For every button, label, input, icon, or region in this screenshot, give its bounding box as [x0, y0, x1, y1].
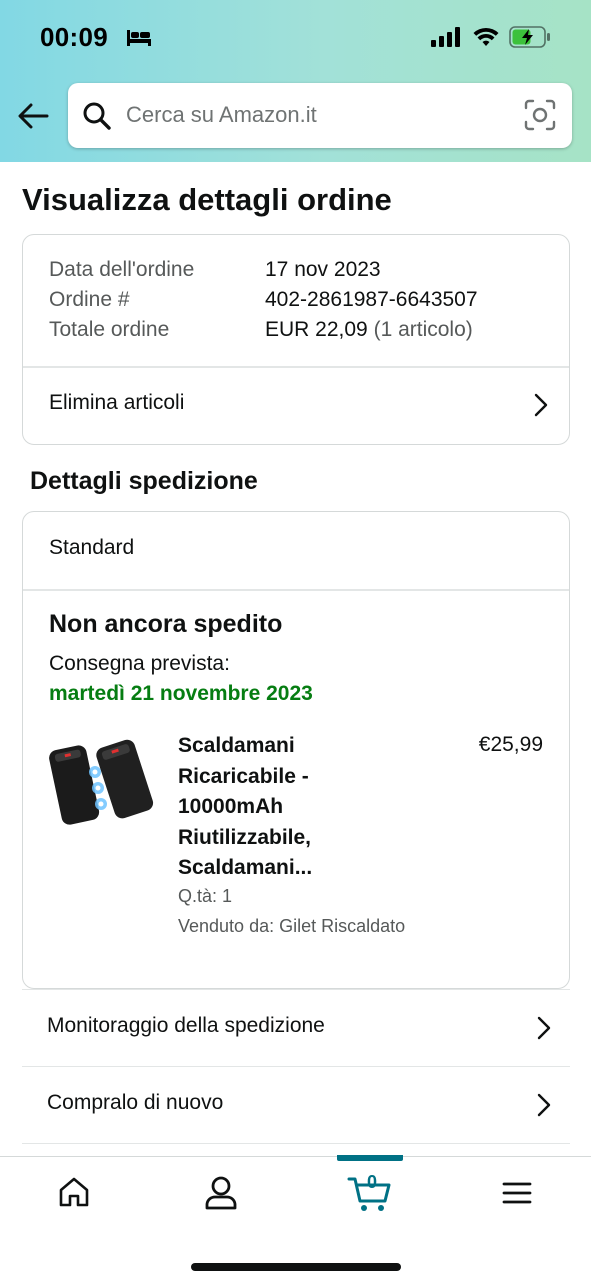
order-summary-card: Data dell'ordine 17 nov 2023 Ordine # 40… — [22, 234, 570, 445]
product-name[interactable]: Scaldamani Ricaricabile - 10000mAh Riuti… — [178, 731, 398, 884]
battery-charging-icon — [509, 26, 550, 48]
chevron-right-icon — [537, 1093, 551, 1117]
chevron-right-icon — [534, 393, 548, 417]
status-time: 00:09 — [40, 22, 108, 52]
product-image[interactable] — [49, 734, 155, 830]
cellular-signal-icon — [431, 27, 460, 47]
product-price: €25,99 — [478, 733, 543, 756]
list-divider — [22, 1143, 570, 1156]
shipment-section-title: Dettagli spedizione — [30, 467, 258, 495]
order-total-value: EUR 22,09 (1 articolo) — [265, 318, 473, 342]
shipment-status: Non ancora spedito — [49, 610, 283, 638]
order-total-items: (1 articolo) — [373, 318, 473, 341]
cart-count: 0 — [367, 1172, 378, 1192]
product-seller: Venduto da: Gilet Riscaldato — [178, 916, 406, 936]
order-total-amount: EUR 22,09 — [265, 318, 368, 341]
order-number-label: Ordine # — [49, 288, 130, 311]
wifi-icon — [473, 27, 499, 46]
delete-items-row[interactable]: Elimina articoli — [23, 367, 569, 444]
camera-search-icon[interactable] — [524, 99, 556, 131]
buy-again-label: Compralo di nuovo — [47, 1091, 224, 1114]
menu-icon[interactable] — [502, 1181, 532, 1205]
account-icon[interactable] — [204, 1175, 238, 1211]
shipment-card: Standard Non ancora spedito Consegna pre… — [22, 511, 570, 989]
home-indicator — [191, 1263, 401, 1271]
bottom-navigation: 0 — [0, 1155, 591, 1280]
track-shipment-row[interactable]: Monitoraggio della spedizione — [22, 989, 570, 1066]
delivery-date: martedì 21 novembre 2023 — [49, 682, 313, 705]
track-shipment-label: Monitoraggio della spedizione — [47, 1014, 325, 1037]
order-total-label: Totale ordine — [49, 318, 170, 341]
back-arrow-icon[interactable] — [16, 100, 50, 132]
order-number-value: 402-2861987-6643507 — [265, 288, 478, 311]
app-header: 00:09 — [0, 0, 591, 162]
product-quantity: Q.tà: 1 — [178, 886, 233, 906]
chevron-right-icon — [537, 1016, 551, 1040]
page-title: Visualizza dettagli ordine — [22, 182, 392, 217]
search-input[interactable] — [126, 95, 506, 135]
order-date-label: Data dell'ordine — [49, 258, 195, 281]
order-date-value: 17 nov 2023 — [265, 258, 381, 281]
delete-items-label: Elimina articoli — [49, 391, 185, 414]
sleep-mode-icon — [127, 30, 151, 46]
search-icon — [83, 102, 111, 130]
cart-active-indicator — [337, 1155, 403, 1161]
shipping-method: Standard — [49, 536, 135, 559]
delivery-label: Consegna prevista: — [49, 652, 230, 675]
search-bar[interactable] — [68, 83, 572, 148]
buy-again-row[interactable]: Compralo di nuovo — [22, 1066, 570, 1143]
divider — [23, 589, 569, 591]
home-icon[interactable] — [58, 1175, 90, 1209]
